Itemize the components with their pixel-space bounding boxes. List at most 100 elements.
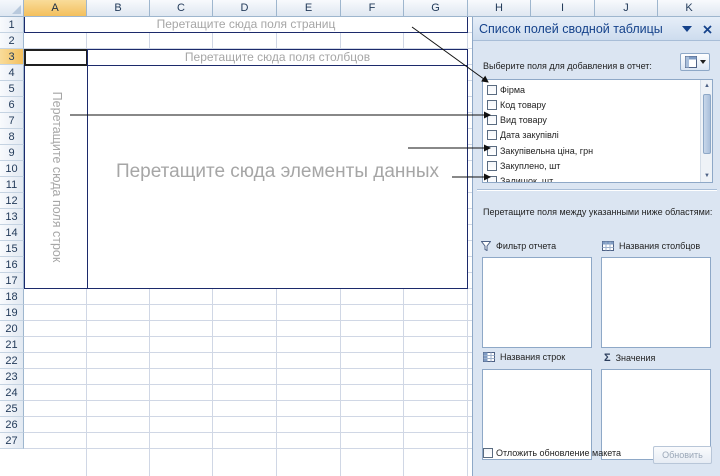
field-item[interactable]: Дата закупівлі bbox=[487, 128, 559, 143]
row-header-9[interactable]: 9 bbox=[0, 145, 24, 161]
row-drop-hint: Перетащите сюда поля строк bbox=[49, 91, 64, 263]
row-header-17[interactable]: 17 bbox=[0, 273, 24, 289]
scroll-down-icon[interactable]: ▼ bbox=[701, 170, 712, 182]
row-header-15[interactable]: 15 bbox=[0, 241, 24, 257]
field-checkbox[interactable] bbox=[487, 145, 497, 156]
defer-update-checkbox[interactable] bbox=[483, 448, 493, 458]
defer-update-label: Отложить обновление макета bbox=[496, 448, 621, 458]
column-header-g[interactable]: G bbox=[404, 0, 468, 17]
column-labels-zone[interactable] bbox=[601, 257, 711, 348]
column-header-f[interactable]: F bbox=[341, 0, 404, 17]
field-checkbox[interactable] bbox=[487, 99, 497, 110]
field-label: Дата закупівлі bbox=[500, 130, 559, 141]
scrollbar-thumb[interactable] bbox=[703, 94, 711, 154]
field-list-layout-button[interactable] bbox=[680, 53, 710, 71]
pane-divider[interactable] bbox=[477, 189, 717, 191]
field-checkbox[interactable] bbox=[487, 115, 497, 126]
column-header-k[interactable]: K bbox=[658, 0, 720, 17]
values-label: Σ Значения bbox=[604, 352, 655, 364]
row-header-24[interactable]: 24 bbox=[0, 385, 24, 401]
row-header-21[interactable]: 21 bbox=[0, 337, 24, 353]
column-header-i[interactable]: I bbox=[531, 0, 595, 17]
field-checkbox[interactable] bbox=[487, 84, 497, 95]
field-label: Залишок, шт bbox=[500, 176, 554, 183]
field-label: Закупівельна ціна, грн bbox=[500, 145, 594, 156]
row-header-4[interactable]: 4 bbox=[0, 65, 24, 81]
column-header-j[interactable]: J bbox=[595, 0, 658, 17]
pane-header: Список полей сводной таблицы bbox=[473, 17, 720, 41]
row-header-23[interactable]: 23 bbox=[0, 369, 24, 385]
report-filter-zone[interactable] bbox=[482, 257, 592, 348]
sigma-icon: Σ bbox=[604, 352, 611, 364]
report-filter-text: Фильтр отчета bbox=[496, 241, 557, 251]
column-header-b[interactable]: B bbox=[87, 0, 150, 17]
row-header-14[interactable]: 14 bbox=[0, 225, 24, 241]
row-header-27[interactable]: 27 bbox=[0, 433, 24, 449]
pane-title: Список полей сводной таблицы bbox=[479, 22, 663, 36]
update-button[interactable]: Обновить bbox=[653, 446, 712, 464]
column-drop-hint: Перетащите сюда поля столбцов bbox=[184, 50, 371, 64]
column-labels-text: Названия столбцов bbox=[619, 241, 701, 251]
row-header-5[interactable]: 5 bbox=[0, 81, 24, 97]
row-header-8[interactable]: 8 bbox=[0, 129, 24, 145]
field-label: Закуплено, шт bbox=[500, 161, 561, 171]
row-header-16[interactable]: 16 bbox=[0, 257, 24, 273]
row-header-25[interactable]: 25 bbox=[0, 401, 24, 417]
column-header-e[interactable]: E bbox=[277, 0, 341, 17]
row-labels-zone[interactable] bbox=[482, 369, 592, 460]
row-labels-text: Названия строк bbox=[500, 352, 566, 362]
pivot-field-list-pane: Список полей сводной таблицы Выберите по… bbox=[472, 17, 720, 476]
row-header-18[interactable]: 18 bbox=[0, 289, 24, 305]
column-fields-drop-area[interactable]: Перетащите сюда поля столбцов bbox=[87, 49, 468, 66]
pane-options-dropdown-icon[interactable] bbox=[679, 21, 695, 37]
values-text: Значения bbox=[615, 353, 656, 363]
field-item[interactable]: Фірма bbox=[487, 82, 525, 97]
field-item[interactable]: Вид товару bbox=[487, 113, 547, 128]
field-item[interactable]: Код товару bbox=[487, 97, 546, 112]
chevron-down-icon bbox=[699, 60, 706, 64]
row-header-1[interactable]: 1 bbox=[0, 17, 24, 33]
page-drop-hint: Перетащите сюда поля страниц bbox=[156, 17, 336, 31]
close-icon[interactable] bbox=[699, 21, 715, 37]
column-header-d[interactable]: D bbox=[213, 0, 277, 17]
page-fields-drop-area[interactable]: Перетащите сюда поля страниц bbox=[24, 17, 468, 33]
row-header-13[interactable]: 13 bbox=[0, 209, 24, 225]
selected-cell-a3[interactable] bbox=[24, 49, 88, 66]
row-header-10[interactable]: 10 bbox=[0, 161, 24, 177]
row-header-7[interactable]: 7 bbox=[0, 113, 24, 129]
data-items-drop-area[interactable]: Перетащите сюда элементы данных bbox=[87, 66, 468, 289]
field-list: Фірма Код товару Вид товару Дата закупівлі З… bbox=[482, 79, 713, 183]
column-labels-label: Названия столбцов bbox=[602, 241, 700, 251]
field-item[interactable]: Закуплено, шт bbox=[487, 159, 560, 174]
select-all-button[interactable] bbox=[0, 0, 24, 17]
choose-fields-label: Выберите поля для добавления в отчет: bbox=[483, 61, 652, 71]
field-label: Вид товару bbox=[500, 115, 547, 126]
column-header-c[interactable]: C bbox=[150, 0, 213, 17]
row-header-26[interactable]: 26 bbox=[0, 417, 24, 433]
row-header-12[interactable]: 12 bbox=[0, 193, 24, 209]
row-header-3[interactable]: 3 bbox=[0, 49, 24, 65]
data-drop-hint: Перетащите сюда элементы данных bbox=[115, 161, 440, 182]
field-item[interactable]: Закупівельна ціна, грн bbox=[487, 143, 593, 158]
field-item[interactable]: Залишок, шт bbox=[487, 174, 554, 183]
defer-layout-update[interactable]: Отложить обновление макета bbox=[483, 448, 621, 458]
report-filter-label: Фильтр отчета bbox=[481, 241, 556, 251]
column-header-h[interactable]: H bbox=[468, 0, 531, 17]
field-checkbox[interactable] bbox=[487, 130, 497, 141]
column-header-a[interactable]: A bbox=[24, 0, 87, 17]
field-checkbox[interactable] bbox=[487, 161, 497, 171]
row-header-6[interactable]: 6 bbox=[0, 97, 24, 113]
field-list-scrollbar[interactable]: ▲ ▼ bbox=[700, 80, 712, 182]
field-label: Код товару bbox=[500, 99, 546, 110]
row-labels-icon bbox=[483, 352, 495, 362]
row-header-19[interactable]: 19 bbox=[0, 305, 24, 321]
row-header-22[interactable]: 22 bbox=[0, 353, 24, 369]
row-header-20[interactable]: 20 bbox=[0, 321, 24, 337]
row-fields-drop-area[interactable]: Перетащите сюда поля строк bbox=[24, 66, 88, 289]
field-checkbox[interactable] bbox=[487, 176, 497, 182]
row-labels-label: Названия строк bbox=[483, 352, 565, 362]
scroll-up-icon[interactable]: ▲ bbox=[701, 80, 712, 92]
row-header-2[interactable]: 2 bbox=[0, 33, 24, 49]
row-header-11[interactable]: 11 bbox=[0, 177, 24, 193]
column-labels-icon bbox=[602, 241, 614, 251]
